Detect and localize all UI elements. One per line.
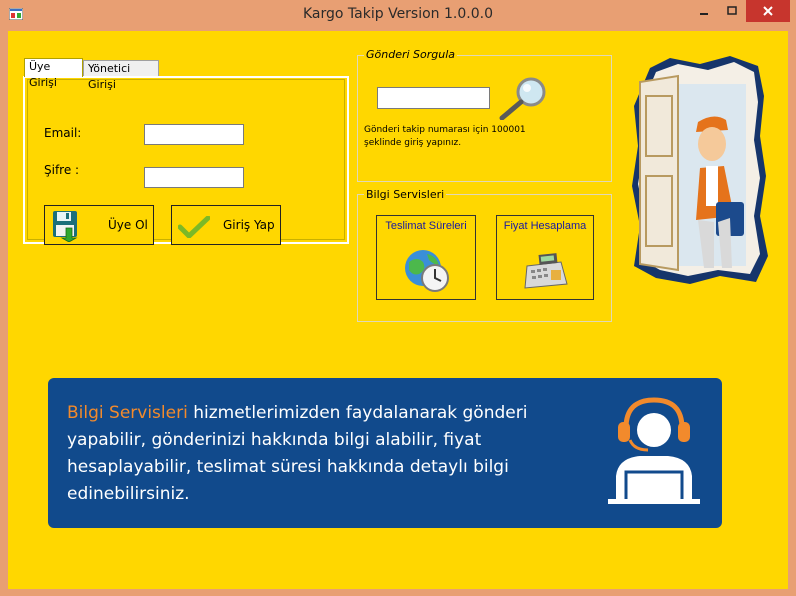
magnifier-search-icon[interactable] xyxy=(497,76,551,120)
price-calc-button[interactable]: Fiyat Hesaplama xyxy=(496,215,594,300)
info-services-group-title: Bilgi Servisleri xyxy=(364,188,447,201)
login-button[interactable]: Giriş Yap xyxy=(171,205,281,245)
tracking-hint: Gönderi takip numarası için 100001 şekli… xyxy=(364,125,526,148)
minimize-button[interactable] xyxy=(690,0,718,22)
price-calc-label: Fiyat Hesaplama xyxy=(503,220,587,232)
banner-text: Bilgi Servisleri hizmetlerimizden faydal… xyxy=(67,400,557,508)
banner-highlight: Bilgi Servisleri xyxy=(67,403,188,423)
register-button[interactable]: Üye Ol xyxy=(44,205,154,245)
register-button-label: Üye Ol xyxy=(108,218,148,232)
app-window: Kargo Takip Version 1.0.0.0 Üye Girişi Y… xyxy=(0,0,796,596)
maximize-icon xyxy=(727,6,737,15)
courier-illustration xyxy=(632,56,768,284)
globe-clock-icon xyxy=(405,250,449,292)
checkmark-icon xyxy=(178,216,210,238)
delivery-times-button[interactable]: Teslimat Süreleri xyxy=(376,215,476,300)
cash-register-icon xyxy=(524,253,568,289)
close-button[interactable] xyxy=(746,0,790,22)
password-field[interactable] xyxy=(144,167,244,188)
tab-member-login[interactable]: Üye Girişi xyxy=(24,58,83,89)
tab-admin-login[interactable]: Yönetici Girişi xyxy=(83,60,159,91)
tracking-group-title: Gönderi Sorgula xyxy=(364,48,458,61)
title-bar[interactable]: Kargo Takip Version 1.0.0.0 xyxy=(0,0,796,30)
email-label: Email: xyxy=(44,126,82,140)
save-disk-icon xyxy=(53,211,78,242)
tracking-number-input[interactable] xyxy=(377,87,490,109)
login-button-label: Giriş Yap xyxy=(223,218,275,232)
call-center-agent-icon xyxy=(608,397,700,504)
maximize-button[interactable] xyxy=(718,0,746,22)
delivery-times-label: Teslimat Süreleri xyxy=(385,220,467,232)
password-label: Şifre : xyxy=(44,163,80,177)
info-banner: Bilgi Servisleri hizmetlerimizden faydal… xyxy=(48,378,722,528)
window-title: Kargo Takip Version 1.0.0.0 xyxy=(303,6,493,22)
tracking-group xyxy=(357,55,612,182)
email-field[interactable] xyxy=(144,124,244,145)
close-icon xyxy=(763,6,773,16)
minimize-icon xyxy=(700,13,708,15)
